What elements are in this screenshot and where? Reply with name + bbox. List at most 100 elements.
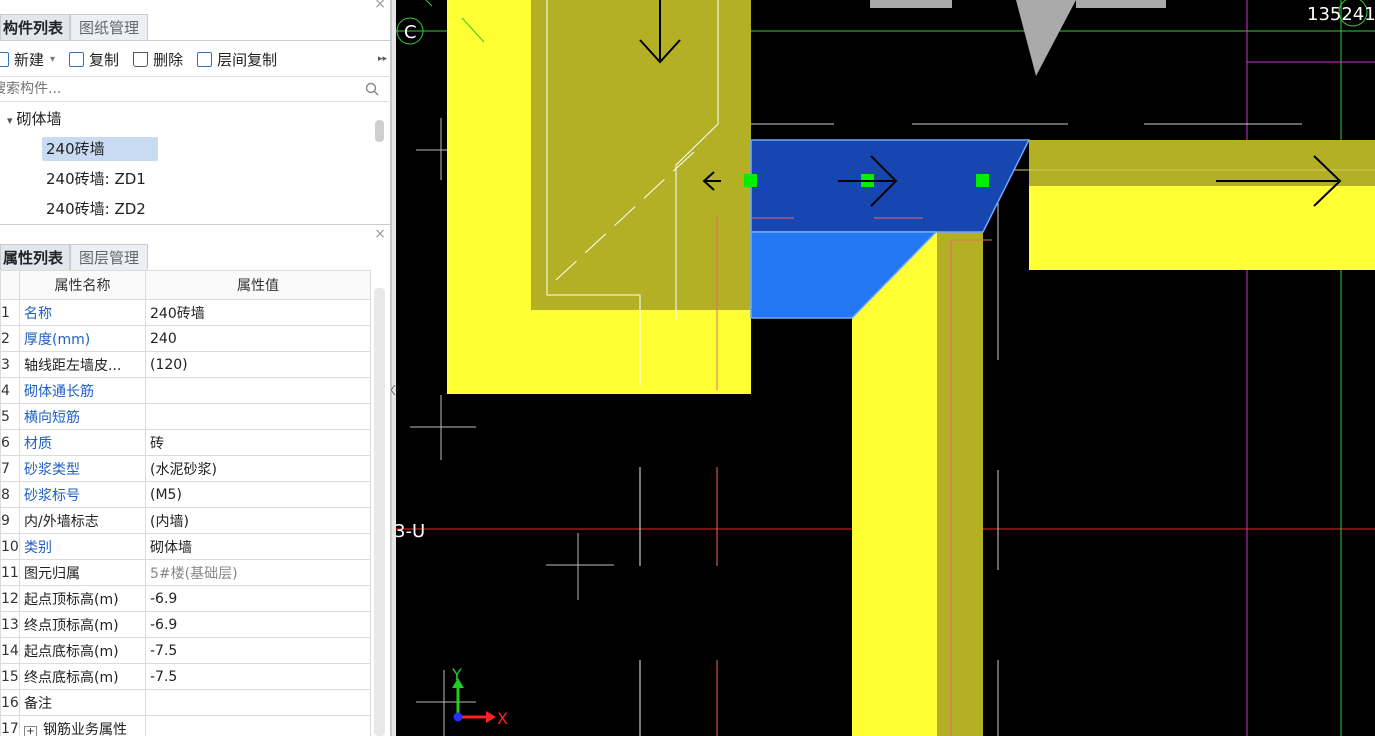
property-panel-tabs: 属性列表 图层管理	[0, 242, 149, 270]
table-row[interactable]: 12 起点顶标高(m) -6.9	[0, 585, 371, 612]
table-row[interactable]: 2 厚度(mm) 240	[0, 325, 371, 352]
property-value[interactable]: 砌体墙	[145, 533, 371, 560]
table-row[interactable]: 1 名称 240砖墙	[0, 299, 371, 326]
component-search-box[interactable]	[0, 76, 389, 102]
property-name: 砌体通长筋	[19, 377, 146, 404]
row-number: 6	[0, 429, 20, 456]
table-row[interactable]: 13 终点顶标高(m) -6.9	[0, 611, 371, 638]
axis-label-top-right: 135241	[1307, 4, 1375, 25]
row-number: 12	[0, 585, 20, 612]
table-row[interactable]: 15 终点底标高(m) -7.5	[0, 663, 371, 690]
property-name: 起点顶标高(m)	[19, 585, 146, 612]
property-name-expandable[interactable]: + 钢筋业务属性	[19, 715, 146, 736]
tree-item[interactable]: 240砖墙	[0, 134, 390, 164]
property-value[interactable]: -6.9	[145, 611, 371, 638]
row-number: 2	[0, 325, 20, 352]
delete-button-label: 删除	[153, 50, 184, 69]
toolbar-overflow-icon[interactable]: ▸▸	[378, 54, 387, 64]
top-gray-block	[870, 0, 952, 8]
row-number: 15	[0, 663, 20, 690]
property-table: 属性名称 属性值 1 名称 240砖墙 2 厚度(mm) 240 3 轴线距左墙皮...(…	[0, 270, 371, 736]
table-row[interactable]: 16 备注	[0, 689, 371, 716]
table-row[interactable]: 4 砌体通长筋	[0, 377, 371, 404]
property-scrollbar-track[interactable]	[374, 288, 385, 736]
property-value[interactable]	[145, 403, 371, 430]
grip-handle[interactable]	[976, 174, 989, 187]
table-row[interactable]: 14 起点底标高(m) -7.5	[0, 637, 371, 664]
property-name: 类别	[19, 533, 146, 560]
row-number: 4	[0, 377, 20, 404]
tree-item-selected-label: 240砖墙	[42, 137, 158, 161]
new-button[interactable]: 新建 ▾	[0, 49, 55, 70]
property-name: 厚度(mm)	[19, 325, 146, 352]
property-value[interactable]: -7.5	[145, 637, 371, 664]
property-name: 材质	[19, 429, 146, 456]
property-name: 内/外墙标志	[19, 507, 146, 534]
table-row[interactable]: 3 轴线距左墙皮... (120)	[0, 351, 371, 378]
property-name: 轴线距左墙皮...	[19, 351, 146, 378]
property-value[interactable]	[145, 715, 371, 736]
tree-item-label: 240砖墙: ZD1	[46, 170, 146, 188]
tree-group-masonry-wall[interactable]: ▾ 砌体墙	[0, 104, 390, 134]
table-row[interactable]: 9 内/外墙标志 (内墙)	[0, 507, 371, 534]
row-number: 13	[0, 611, 20, 638]
drawing-canvas[interactable]: C 3-U 135241 Y X	[396, 0, 1375, 736]
tab-layer-management[interactable]: 图层管理	[70, 244, 149, 270]
new-dropdown-caret-icon[interactable]: ▾	[50, 54, 55, 65]
property-value[interactable]: (120)	[145, 351, 371, 378]
table-row[interactable]: 6 材质砖	[0, 429, 371, 456]
table-row[interactable]: 11 图元归属 5#楼(基础层)	[0, 559, 371, 586]
grip-handle[interactable]	[744, 174, 757, 187]
search-icon[interactable]	[365, 82, 379, 96]
tree-scrollbar[interactable]	[375, 120, 384, 142]
row-number: 10	[0, 533, 20, 560]
property-value[interactable]	[145, 377, 371, 404]
copy-button[interactable]: 复制	[69, 49, 119, 70]
delete-button[interactable]: 删除	[133, 49, 183, 70]
row-number: 7	[0, 455, 20, 482]
property-value[interactable]: -7.5	[145, 663, 371, 690]
property-panel-close-button[interactable]: ×	[374, 226, 386, 242]
property-value[interactable]: (内墙)	[145, 507, 371, 534]
floor-copy-button[interactable]: 层间复制	[197, 49, 277, 70]
wall-top-right[interactable]	[1029, 140, 1375, 270]
top-gray-block	[1076, 0, 1166, 8]
property-value[interactable]	[145, 689, 371, 716]
table-row[interactable]: 7 砂浆类型 (水泥砂浆)	[0, 455, 371, 482]
wall-left-vertical[interactable]	[447, 0, 751, 394]
property-value[interactable]: 240砖墙	[145, 299, 371, 326]
table-row[interactable]: 17 + 钢筋业务属性	[0, 715, 371, 736]
property-value[interactable]: (M5)	[145, 481, 371, 508]
row-number: 17	[0, 715, 20, 736]
component-search-input[interactable]	[0, 81, 332, 97]
tree-item[interactable]: 240砖墙: ZD2	[0, 194, 390, 224]
property-value[interactable]: 砖	[145, 429, 371, 456]
row-number: 14	[0, 637, 20, 664]
divider	[0, 40, 390, 41]
tree-item[interactable]: 240砖墙: ZD1	[0, 164, 390, 194]
trash-icon	[133, 51, 149, 67]
component-toolbar: 新建 ▾ 复制 删除 层间复制 ▸▸	[0, 44, 390, 74]
property-value[interactable]: (水泥砂浆)	[145, 455, 371, 482]
tab-drawing-management[interactable]: 图纸管理	[70, 14, 149, 40]
tree-item-label: 240砖墙: ZD2	[46, 200, 146, 218]
table-row[interactable]: 5 横向短筋	[0, 403, 371, 430]
table-row[interactable]: 8 砂浆标号 (M5)	[0, 481, 371, 508]
table-row[interactable]: 10 类别 砌体墙	[0, 533, 371, 560]
tree-expand-caret-icon[interactable]: ▾	[7, 114, 13, 127]
component-panel-close-button[interactable]: ×	[374, 0, 386, 12]
row-number: 9	[0, 507, 20, 534]
property-value[interactable]: -6.9	[145, 585, 371, 612]
new-button-label: 新建	[14, 50, 45, 69]
property-value[interactable]: 240	[145, 325, 371, 352]
property-name: 图元归属	[19, 559, 146, 586]
tab-property-list[interactable]: 属性列表	[0, 244, 71, 270]
property-name: 砂浆类型	[19, 455, 146, 482]
expand-plus-icon[interactable]: +	[24, 725, 37, 736]
origin-y-label: Y	[451, 665, 462, 684]
property-name: 砂浆标号	[19, 481, 146, 508]
row-number: 11	[0, 559, 20, 586]
property-name: 备注	[19, 689, 146, 716]
tab-component-list[interactable]: 构件列表	[0, 14, 71, 40]
tree-group-label: 砌体墙	[16, 110, 62, 128]
